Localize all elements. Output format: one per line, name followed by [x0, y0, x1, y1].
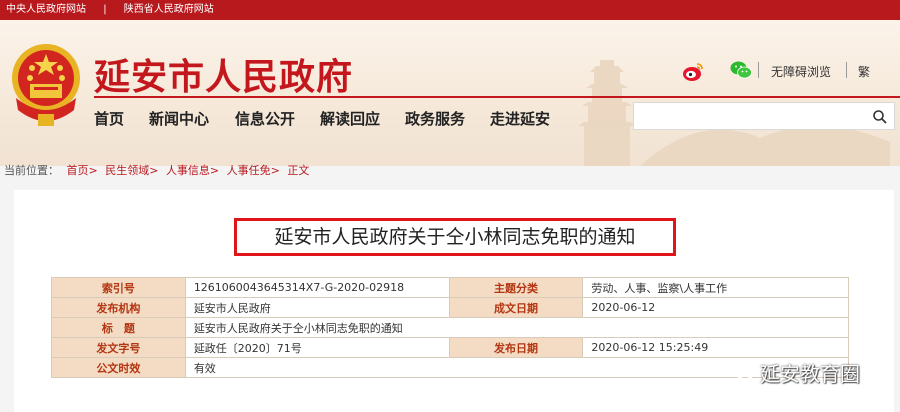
nav-item-about-yanan[interactable]: 走进延安 [490, 108, 550, 129]
meta-key: 发布日期 [448, 337, 584, 358]
nav-item-interpretation[interactable]: 解读回应 [320, 108, 380, 129]
top-link-bar: 中央人民政府网站 | 陕西省人民政府网站 [0, 0, 900, 20]
meta-value: 延安市人民政府关于仝小林同志免职的通知 [184, 317, 850, 338]
table-row: 标 题 延安市人民政府关于仝小林同志免职的通知 [51, 317, 850, 338]
search-box [633, 102, 895, 130]
meta-key: 公文时效 [51, 357, 186, 378]
meta-key: 发布机构 [51, 297, 186, 318]
shaanxi-gov-link[interactable]: 陕西省人民政府网站 [124, 0, 214, 20]
wechat-watermark-icon [727, 361, 754, 380]
search-input[interactable] [640, 107, 860, 125]
meta-value: 劳动、人事、监察\人事工作 [582, 277, 849, 298]
article-title: 延安市人民政府关于仝小林同志免职的通知 [234, 218, 676, 256]
nav-item-gov-services[interactable]: 政务服务 [405, 108, 465, 129]
meta-value: 2020-06-12 [582, 297, 849, 318]
breadcrumb-current: 正文 [287, 164, 310, 177]
table-row: 发文字号 延政任〔2020〕71号 发布日期 2020-06-12 15:25:… [51, 337, 849, 358]
nav-item-home[interactable]: 首页 [94, 108, 124, 129]
nav-item-info-disclosure[interactable]: 信息公开 [235, 108, 295, 129]
table-row: 索引号 1261060043645314X7-G-2020-02918 主题分类… [51, 277, 849, 298]
header-divider [846, 62, 847, 78]
meta-key: 成文日期 [448, 297, 584, 318]
breadcrumb-item[interactable]: 民生领域> [105, 164, 158, 177]
meta-key: 索引号 [51, 277, 186, 298]
meta-key: 发文字号 [51, 337, 186, 358]
central-gov-link[interactable]: 中央人民政府网站 [6, 0, 86, 20]
header-divider [758, 62, 759, 78]
accessibility-link[interactable]: 无障碍浏览 [771, 63, 831, 80]
site-title: 延安市人民政府 [94, 56, 354, 98]
breadcrumb-item[interactable]: 首页> [67, 164, 98, 177]
search-icon[interactable] [872, 109, 888, 125]
topbar-separator: | [103, 4, 107, 15]
table-row: 发布机构 延安市人民政府 成文日期 2020-06-12 [51, 297, 849, 318]
national-emblem-logo [12, 44, 80, 126]
weibo-icon[interactable] [682, 61, 704, 83]
watermark-text: 延安教育圈 [760, 362, 860, 386]
meta-value: 延政任〔2020〕71号 [184, 337, 450, 358]
meta-key: 标 题 [51, 317, 186, 338]
title-divider [94, 96, 900, 98]
site-header: 延安市人民政府 无障碍浏览 繁 首页 新闻中心 信息公开 解读回应 政务服务 走… [0, 20, 900, 166]
breadcrumb-prefix: 当前位置： [4, 164, 59, 177]
meta-value: 2020-06-12 15:25:49 [582, 337, 849, 358]
traditional-chinese-link[interactable]: 繁 [858, 63, 870, 80]
watermark: 延安教育圈 [720, 357, 896, 387]
wechat-icon[interactable] [729, 58, 753, 82]
meta-value: 1261060043645314X7-G-2020-02918 [184, 277, 450, 298]
breadcrumb-item[interactable]: 人事信息> [166, 164, 219, 177]
meta-value: 延安市人民政府 [184, 297, 450, 318]
nav-item-news[interactable]: 新闻中心 [149, 108, 209, 129]
meta-key: 主题分类 [448, 277, 584, 298]
breadcrumb: 当前位置： 首页> 民生领域> 人事信息> 人事任免> 正文 [4, 162, 313, 178]
breadcrumb-item[interactable]: 人事任免> [227, 164, 280, 177]
